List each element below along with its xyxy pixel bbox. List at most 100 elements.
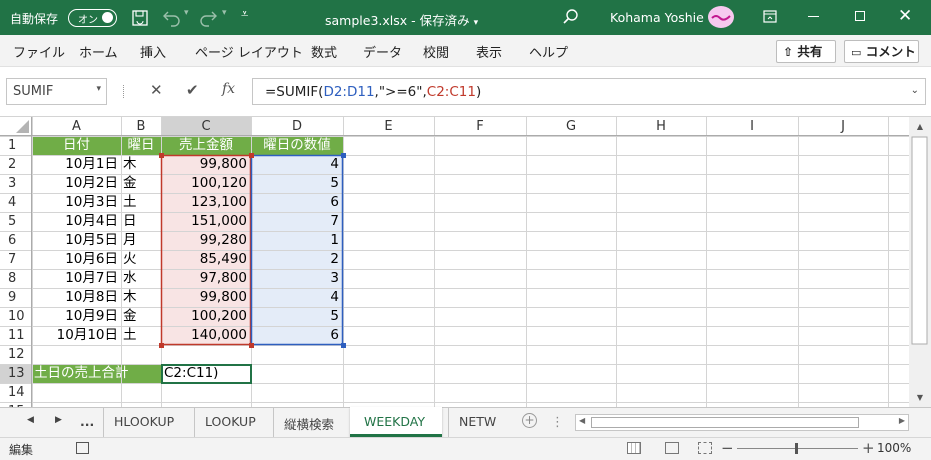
normal-view-icon[interactable]: [627, 442, 641, 454]
tab-formulas[interactable]: 数式: [311, 42, 337, 61]
column-header-a[interactable]: A: [32, 117, 121, 136]
weekday-number-cell[interactable]: 2: [251, 250, 339, 269]
tab-view[interactable]: 表示: [476, 42, 502, 61]
header-cell[interactable]: 売上金額: [161, 136, 251, 155]
tab-file[interactable]: ファイル: [13, 42, 65, 61]
sales-cell[interactable]: 100,200: [161, 307, 247, 326]
date-cell[interactable]: 10月1日: [32, 155, 118, 174]
row-header-3[interactable]: 3: [0, 174, 29, 193]
column-header-j[interactable]: J: [798, 117, 888, 136]
date-cell[interactable]: 10月8日: [32, 288, 118, 307]
tab-insert[interactable]: 挿入: [140, 42, 166, 61]
sales-cell[interactable]: 97,800: [161, 269, 247, 288]
weekday-cell[interactable]: 木: [123, 155, 161, 174]
customize-qat-icon[interactable]: ⩡: [241, 7, 248, 22]
autosave-toggle[interactable]: オン: [68, 9, 117, 27]
column-header-b[interactable]: B: [121, 117, 161, 136]
sales-cell[interactable]: 151,000: [161, 212, 247, 231]
date-cell[interactable]: 10月6日: [32, 250, 118, 269]
row-header-11[interactable]: 11: [0, 326, 29, 345]
weekday-cell[interactable]: 土: [123, 193, 161, 212]
row-header-1[interactable]: 1: [0, 136, 29, 155]
weekday-number-cell[interactable]: 1: [251, 231, 339, 250]
confirm-entry-icon[interactable]: ✔: [186, 81, 199, 99]
ribbon-display-icon[interactable]: [762, 9, 778, 28]
sheet-tab-netw[interactable]: NETW: [448, 408, 510, 437]
scroll-prev-sheet-icon[interactable]: ◀: [27, 415, 34, 425]
close-icon[interactable]: ✕: [898, 6, 912, 26]
zoom-in-icon[interactable]: +: [862, 439, 875, 457]
row-header-10[interactable]: 10: [0, 307, 29, 326]
avatar[interactable]: [708, 6, 734, 28]
weekday-cell[interactable]: 月: [123, 231, 161, 250]
column-header-h[interactable]: H: [616, 117, 706, 136]
date-cell[interactable]: 10月7日: [32, 269, 118, 288]
undo-icon[interactable]: [160, 9, 182, 30]
sheet-tab-hlookup[interactable]: HLOOKUP: [103, 408, 184, 437]
date-cell[interactable]: 10月5日: [32, 231, 118, 250]
row-header-14[interactable]: 14: [0, 383, 29, 402]
sales-cell[interactable]: 99,800: [161, 288, 247, 307]
weekday-cell[interactable]: 土: [123, 326, 161, 345]
date-cell[interactable]: 10月10日: [32, 326, 118, 345]
sales-cell[interactable]: 100,120: [161, 174, 247, 193]
user-name[interactable]: Kohama Yoshie: [610, 10, 704, 25]
maximize-icon[interactable]: [855, 11, 865, 21]
zoom-slider-thumb[interactable]: [795, 443, 798, 454]
row-header-7[interactable]: 7: [0, 250, 29, 269]
row-header-6[interactable]: 6: [0, 231, 29, 250]
weekday-number-cell[interactable]: 6: [251, 326, 339, 345]
column-header-e[interactable]: E: [343, 117, 434, 136]
zoom-out-icon[interactable]: −: [721, 439, 734, 457]
more-sheets-button[interactable]: ...: [80, 414, 94, 429]
tab-home[interactable]: ホーム: [79, 42, 118, 61]
share-button[interactable]: ⇧ 共有: [776, 40, 836, 63]
tab-review[interactable]: 校閲: [423, 42, 449, 61]
sales-cell[interactable]: 123,100: [161, 193, 247, 212]
weekday-number-cell[interactable]: 4: [251, 155, 339, 174]
header-cell[interactable]: 曜日の数値: [251, 136, 343, 155]
column-header-i[interactable]: I: [706, 117, 798, 136]
column-header-f[interactable]: F: [434, 117, 526, 136]
row-header-5[interactable]: 5: [0, 212, 29, 231]
header-cell[interactable]: 曜日: [121, 136, 161, 155]
sheet-tab-lookup[interactable]: LOOKUP: [194, 408, 266, 437]
scroll-up-icon[interactable]: ▲: [913, 117, 927, 136]
zoom-level[interactable]: 100%: [877, 441, 911, 455]
header-cell[interactable]: 日付: [32, 136, 121, 155]
row-header-12[interactable]: 12: [0, 345, 29, 364]
weekday-cell[interactable]: 金: [123, 307, 161, 326]
scroll-down-icon[interactable]: ▼: [913, 388, 927, 407]
weekday-cell[interactable]: 日: [123, 212, 161, 231]
weekday-number-cell[interactable]: 5: [251, 174, 339, 193]
row-header-8[interactable]: 8: [0, 269, 29, 288]
zoom-slider[interactable]: [737, 443, 858, 454]
date-cell[interactable]: 10月4日: [32, 212, 118, 231]
tab-page-layout[interactable]: ページ レイアウト: [195, 42, 303, 61]
date-cell[interactable]: 10月2日: [32, 174, 118, 193]
add-sheet-icon[interactable]: +: [522, 413, 537, 428]
insert-function-icon[interactable]: fx: [222, 81, 235, 97]
weekday-number-cell[interactable]: 4: [251, 288, 339, 307]
date-cell[interactable]: 10月9日: [32, 307, 118, 326]
cancel-entry-icon[interactable]: ✕: [150, 81, 163, 99]
weekday-cell[interactable]: 金: [123, 174, 161, 193]
name-box-dropdown-icon[interactable]: ▾: [96, 84, 101, 94]
weekday-number-cell[interactable]: 7: [251, 212, 339, 231]
column-header-c[interactable]: C: [161, 117, 251, 136]
name-box[interactable]: SUMIF ▾: [6, 78, 107, 105]
redo-icon[interactable]: [198, 9, 220, 30]
scroll-thumb[interactable]: [591, 417, 859, 428]
weekday-cell[interactable]: 水: [123, 269, 161, 288]
weekday-number-cell[interactable]: 5: [251, 307, 339, 326]
tab-split-handle-icon[interactable]: ⋮: [551, 415, 564, 430]
sales-cell[interactable]: 85,490: [161, 250, 247, 269]
row-header-4[interactable]: 4: [0, 193, 29, 212]
tab-data[interactable]: データ: [363, 42, 402, 61]
macro-record-icon[interactable]: [76, 442, 89, 454]
save-icon[interactable]: [131, 9, 149, 30]
tab-help[interactable]: ヘルプ: [529, 42, 568, 61]
sales-cell[interactable]: 99,800: [161, 155, 247, 174]
comment-button[interactable]: ▭ コメント: [844, 40, 919, 63]
page-break-view-icon[interactable]: [698, 442, 712, 454]
